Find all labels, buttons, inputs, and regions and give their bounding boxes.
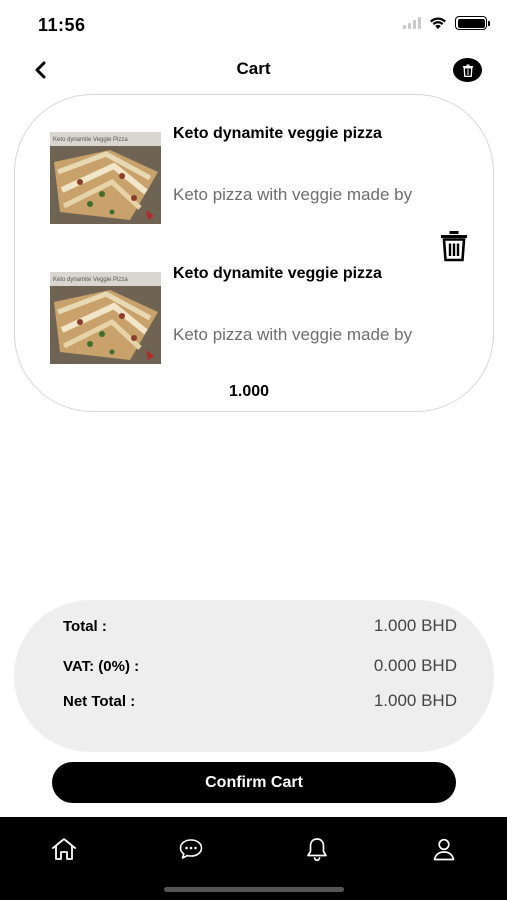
tab-profile[interactable] (424, 829, 464, 869)
tab-chat[interactable] (171, 829, 211, 869)
tab-notifications[interactable] (297, 829, 337, 869)
chat-icon (179, 839, 203, 859)
summary-row-vat: VAT: (0%) : 0.000 BHD (63, 656, 457, 676)
bottom-tab-bar (0, 817, 507, 900)
total-label: Total : (63, 617, 107, 635)
delete-item-button[interactable] (437, 229, 471, 263)
summary-row-total: Total : 1.000 BHD (63, 616, 457, 636)
home-indicator (164, 887, 344, 892)
net-total-value: 1.000 BHD (373, 691, 457, 710)
wifi-icon (430, 17, 446, 29)
svg-text:Keto dynamite Veggie Pizza: Keto dynamite Veggie Pizza (53, 137, 128, 143)
item-name: Keto dynamite veggie pizza (173, 265, 382, 282)
status-bar: 11:56 (0, 0, 507, 50)
header: Cart (0, 50, 507, 90)
svg-text:Keto dynamite Veggie Pizza: Keto dynamite Veggie Pizza (53, 277, 128, 283)
cart-item[interactable]: Keto dynamite Veggie Pizza Keto dynamite… (15, 119, 495, 239)
bell-icon (307, 838, 327, 862)
status-time: 11:56 (38, 15, 86, 35)
total-value: 1.000 BHD (373, 616, 457, 635)
battery-icon (455, 16, 490, 30)
order-summary: Total : 1.000 BHD VAT: (0%) : 0.000 BHD … (14, 600, 494, 752)
page-title: Cart (236, 59, 271, 78)
home-icon (52, 838, 76, 860)
cellular-signal-icon (403, 17, 421, 29)
trash-icon (441, 231, 467, 262)
cart-price: 1.000 (229, 383, 270, 400)
summary-row-net-total: Net Total : 1.000 BHD (63, 691, 457, 711)
vat-value: 0.000 BHD (373, 656, 457, 675)
pizza-photo: Keto dynamite Veggie Pizza (50, 272, 161, 364)
trash-icon (462, 64, 473, 77)
confirm-cart-button[interactable]: Confirm Cart (52, 762, 456, 803)
clear-cart-button[interactable] (453, 58, 482, 82)
vat-label: VAT: (0%) : (63, 657, 140, 675)
net-total-label: Net Total : (63, 692, 136, 710)
item-description: Keto pizza with veggie made by (173, 325, 413, 344)
tab-home[interactable] (44, 829, 84, 869)
cart-item[interactable]: Keto dynamite Veggie Pizza Keto dynamite… (15, 259, 495, 379)
profile-icon (433, 838, 455, 861)
item-description: Keto pizza with veggie made by (173, 185, 413, 204)
pizza-photo: Keto dynamite Veggie Pizza (50, 132, 161, 224)
cart-card: Keto dynamite Veggie Pizza Keto dynamite… (14, 94, 494, 412)
item-name: Keto dynamite veggie pizza (173, 125, 382, 142)
status-icons (403, 16, 490, 30)
